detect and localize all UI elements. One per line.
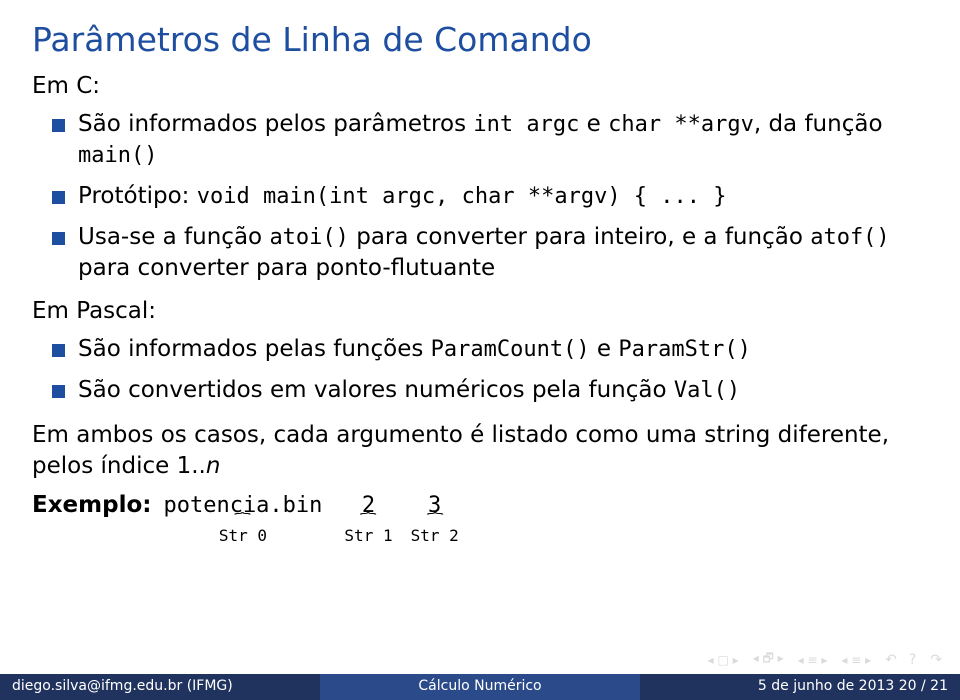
code: int argc xyxy=(473,112,579,137)
code: ParamCount() xyxy=(431,337,590,362)
text: para converter para inteiro, e a função xyxy=(349,224,810,250)
nav-first-icon[interactable]: ◂ □ ▸ xyxy=(708,653,739,667)
list-item: São convertidos em valores numéricos pel… xyxy=(52,375,928,406)
text: São convertidos em valores numéricos pel… xyxy=(78,377,674,403)
text: e xyxy=(579,111,608,137)
nav-prev-icon[interactable]: ◂ 🗗 ▸ xyxy=(753,649,784,670)
section-c-list: São informados pelos parâmetros int argc… xyxy=(32,109,928,284)
example-part: potencia.bin ⏟ Str 0 xyxy=(159,493,326,545)
footer-title: Cálculo Numérico xyxy=(320,674,640,700)
text: Usa-se a função xyxy=(78,224,269,250)
brace-icon: ⏟ xyxy=(401,518,468,523)
text: São informados pelas funções xyxy=(78,336,431,362)
footer-date-page: 5 de junho de 2013 20 / 21 xyxy=(640,674,960,700)
list-item: Protótipo: void main(int argc, char **ar… xyxy=(52,181,928,212)
brace-icon: ⏟ xyxy=(126,518,360,523)
code: atof() xyxy=(810,225,889,250)
closing-paragraph: Em ambos os casos, cada argumento é list… xyxy=(32,420,928,482)
text: São informados pelos parâmetros xyxy=(78,111,473,137)
list-item: São informados pelas funções ParamCount(… xyxy=(52,334,928,365)
example-part: 2 ⏟ Str 1 xyxy=(344,493,392,545)
brace-icon: ⏟ xyxy=(335,518,402,523)
code: ParamStr() xyxy=(618,337,750,362)
text: Protótipo: xyxy=(78,183,197,209)
code: Val() xyxy=(674,378,740,403)
nav-back-icon[interactable]: ↶ xyxy=(885,652,895,668)
example-part-label: Str 0 xyxy=(159,526,326,545)
nav-section-icon[interactable]: ◂ ≡ ▸ xyxy=(798,653,828,667)
example-part-label: Str 2 xyxy=(411,526,459,545)
text: e xyxy=(590,336,619,362)
slide-title: Parâmetros de Linha de Comando xyxy=(32,20,928,59)
code: atoi() xyxy=(269,225,348,250)
example-part: 3 ⏟ Str 2 xyxy=(411,493,459,545)
code: void main(int argc, char **argv) { ... } xyxy=(197,184,727,209)
text: Em ambos os casos, cada argumento é list… xyxy=(32,422,889,479)
nav-forward-icon[interactable]: ↷ xyxy=(930,652,940,668)
code: main() xyxy=(78,143,157,168)
nav-help-icon[interactable]: ? xyxy=(909,652,916,668)
list-item: Usa-se a função atoi() para converter pa… xyxy=(52,222,928,284)
section-pascal-list: São informados pelas funções ParamCount(… xyxy=(32,334,928,406)
nav-next-icon[interactable]: ◂ ≡ ▸ xyxy=(841,653,871,667)
beamer-nav: ◂ □ ▸ ◂ 🗗 ▸ ◂ ≡ ▸ ◂ ≡ ▸ ↶ ? ↷ xyxy=(708,649,940,670)
section-c-heading: Em C: xyxy=(32,73,928,99)
section-pascal-heading: Em Pascal: xyxy=(32,298,928,324)
text: para converter para ponto-flutuante xyxy=(78,255,495,281)
code: char **argv xyxy=(608,112,754,137)
italic-n: n xyxy=(206,453,221,479)
footer-author: diego.silva@ifmg.edu.br (IFMG) xyxy=(0,674,320,700)
example-label: Exemplo: xyxy=(32,492,151,518)
example-part-label: Str 1 xyxy=(344,526,392,545)
text: , da função xyxy=(754,111,883,137)
footer-bar: diego.silva@ifmg.edu.br (IFMG) Cálculo N… xyxy=(0,674,960,700)
example-line: Exemplo: potencia.bin ⏟ Str 0 2 ⏟ Str 1 … xyxy=(32,492,928,545)
list-item: São informados pelos parâmetros int argc… xyxy=(52,109,928,171)
